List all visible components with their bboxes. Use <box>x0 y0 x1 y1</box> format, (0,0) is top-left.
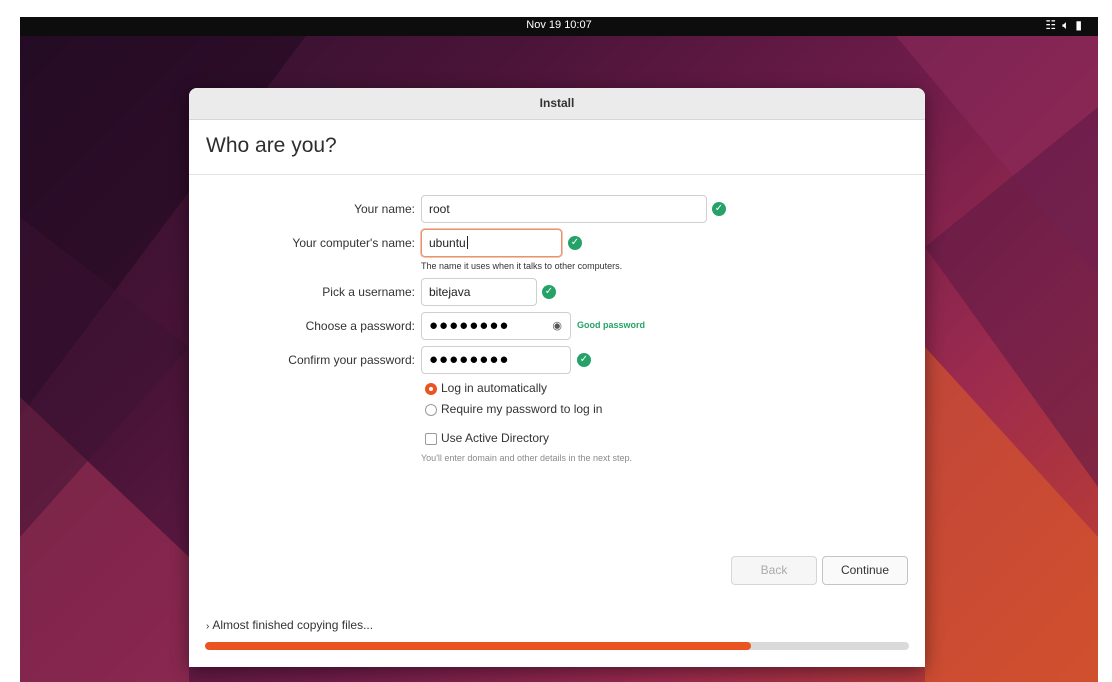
top-bar: Nov 19 10:07 ☷🔈︎▮ <box>20 17 1098 36</box>
confirm-password-label: Confirm your password: <box>288 353 415 367</box>
volume-icon: 🔈︎ <box>1062 18 1076 32</box>
active-directory-hint: You'll enter domain and other details in… <box>421 453 633 463</box>
text-cursor <box>466 236 468 249</box>
installer-window: Install Who are you? Your name: root ✓ Y… <box>189 88 925 667</box>
continue-button[interactable]: Continue <box>822 556 908 585</box>
username-label: Pick a username: <box>322 285 415 299</box>
username-field[interactable]: bitejava <box>421 278 537 306</box>
status-text: Almost finished copying files... <box>212 618 374 632</box>
login-auto-label[interactable]: Log in automatically <box>441 381 547 395</box>
show-password-icon[interactable]: ◉ <box>552 319 562 332</box>
login-password-label[interactable]: Require my password to log in <box>441 402 602 416</box>
page-title: Who are you? <box>206 134 337 157</box>
login-auto-radio[interactable] <box>425 383 437 395</box>
password-label: Choose a password: <box>305 319 415 333</box>
name-field[interactable]: root <box>421 195 707 223</box>
computer-name-hint: The name it uses when it talks to other … <box>421 261 623 271</box>
password-field[interactable]: ●●●●●●●● ◉ <box>421 312 571 340</box>
computer-name-label: Your computer's name: <box>292 236 415 250</box>
computer-name-field[interactable]: ubuntu <box>421 229 562 257</box>
confirm-password-mask: ●●●●●●●● <box>429 351 510 368</box>
computer-name-valid-icon: ✓ <box>568 236 582 250</box>
system-tray[interactable]: ☷🔈︎▮ <box>1045 18 1088 33</box>
window-title: Install <box>189 88 925 120</box>
active-directory-label[interactable]: Use Active Directory <box>441 431 549 445</box>
active-directory-checkbox[interactable] <box>425 433 437 445</box>
login-password-radio[interactable] <box>425 404 437 416</box>
network-icon: ☷ <box>1045 18 1063 32</box>
name-label: Your name: <box>354 202 415 216</box>
page-heading-bar: Who are you? <box>189 120 925 175</box>
username-valid-icon: ✓ <box>542 285 556 299</box>
desktop: Nov 19 10:07 ☷🔈︎▮ Install Who are you? Y… <box>20 17 1098 682</box>
name-valid-icon: ✓ <box>712 202 726 216</box>
chevron-right-icon: › <box>206 621 210 632</box>
progress-fill <box>205 642 751 650</box>
password-mask: ●●●●●●●● <box>429 317 510 334</box>
confirm-valid-icon: ✓ <box>577 353 591 367</box>
username-value: bitejava <box>429 285 471 299</box>
password-strength: Good password <box>577 320 646 330</box>
clock[interactable]: Nov 19 10:07 <box>20 19 1098 31</box>
back-button[interactable]: Back <box>731 556 817 585</box>
computer-name-value: ubuntu <box>429 236 466 250</box>
status-expander[interactable]: › Almost finished copying files... <box>206 618 373 632</box>
progress-bar <box>205 642 909 650</box>
confirm-password-field[interactable]: ●●●●●●●● <box>421 346 571 374</box>
battery-icon: ▮ <box>1075 18 1088 32</box>
name-value: root <box>429 202 450 216</box>
